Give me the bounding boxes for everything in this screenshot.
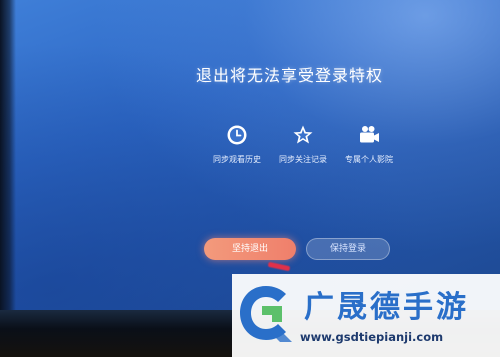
watermark: 广晟德手游 www.gsdtiepianji.com [232,274,500,357]
video-camera-icon [360,126,379,143]
watermark-url: www.gsdtiepianji.com [300,330,444,344]
perk-follow-records: 同步关注记录 [268,124,338,165]
perk-label: 同步观看历史 [213,155,261,164]
confirm-exit-button[interactable]: 坚持退出 [204,238,296,260]
clock-icon [227,125,247,145]
perk-watch-history: 同步观看历史 [202,124,272,165]
perk-personal-cinema: 专属个人影院 [334,124,404,165]
perk-label: 专属个人影院 [345,155,393,164]
brand-logo-icon [240,286,292,342]
star-icon [293,125,313,144]
dialog-title: 退出将无法享受登录特权 [196,66,384,85]
perk-label: 同步关注记录 [279,155,327,164]
keep-login-button[interactable]: 保持登录 [306,238,390,260]
watermark-brand: 广晟德手游 [304,290,469,325]
tv-bezel-left [0,0,16,320]
